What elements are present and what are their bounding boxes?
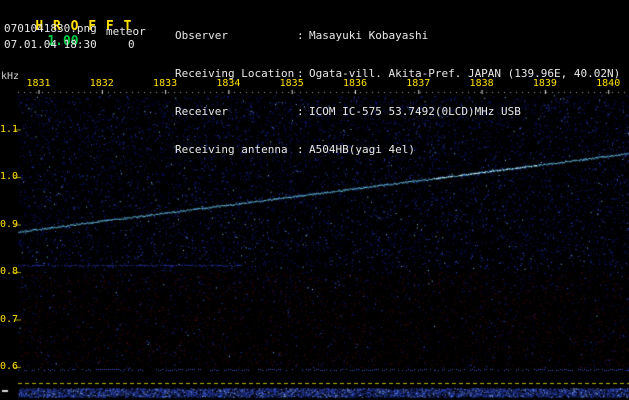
hrofft-screen: H R O F F T 1.00 0701041830.png meteor 0…: [0, 0, 629, 400]
info-row-receiver: Receiver: ICOM IC-575 53.7492(0LCD)MHz US…: [175, 106, 620, 118]
info-row-observer: Observer: Masayuki Kobayashi: [175, 30, 620, 42]
time-tick-label: 1837: [406, 78, 431, 89]
frequency-axis-unit: kHz: [1, 71, 20, 82]
time-tick-label: 1832: [89, 78, 114, 89]
frequency-tick-label: 0.7: [0, 313, 19, 325]
meteor-count: 0: [128, 38, 135, 51]
observation-datetime: 07.01.04 18:30: [4, 38, 97, 51]
time-tick-label: 1838: [469, 78, 494, 89]
info-row-antenna: Receiving antenna: A504HB(yagi 4el): [175, 144, 620, 156]
output-filename: 0701041830.png: [4, 22, 97, 35]
frequency-tick-label: 1.1: [0, 123, 19, 135]
info-value: A504HB(yagi 4el): [309, 143, 415, 156]
time-tick-label: 1840: [596, 78, 621, 89]
time-tick-label: 1831: [26, 78, 51, 89]
info-label: Receiving antenna: [175, 143, 288, 156]
station-info-block: Observer: Masayuki Kobayashi Receiving Lo…: [175, 4, 620, 182]
frequency-tick-label: 0.9: [0, 218, 19, 230]
info-value: ICOM IC-575 53.7492(0LCD)MHz USB: [309, 105, 521, 118]
time-tick-label: 1835: [279, 78, 304, 89]
info-value: Masayuki Kobayashi: [309, 29, 429, 42]
info-separator: :: [297, 29, 304, 42]
time-tick-label: 1836: [342, 78, 368, 89]
time-tick-label: 1833: [153, 78, 178, 89]
info-label: Receiver: [175, 105, 228, 118]
info-label: Observer: [175, 29, 228, 42]
mode-label: meteor: [106, 25, 146, 38]
time-tick-label: 1839: [532, 78, 557, 89]
info-separator: :: [297, 143, 304, 156]
time-tick-label: 1834: [216, 78, 241, 89]
info-separator: :: [297, 105, 304, 118]
frequency-tick-label: 1.0: [0, 171, 19, 182]
frequency-tick-label: 0.6: [0, 361, 19, 372]
frequency-tick-label: 0.8: [0, 266, 19, 277]
